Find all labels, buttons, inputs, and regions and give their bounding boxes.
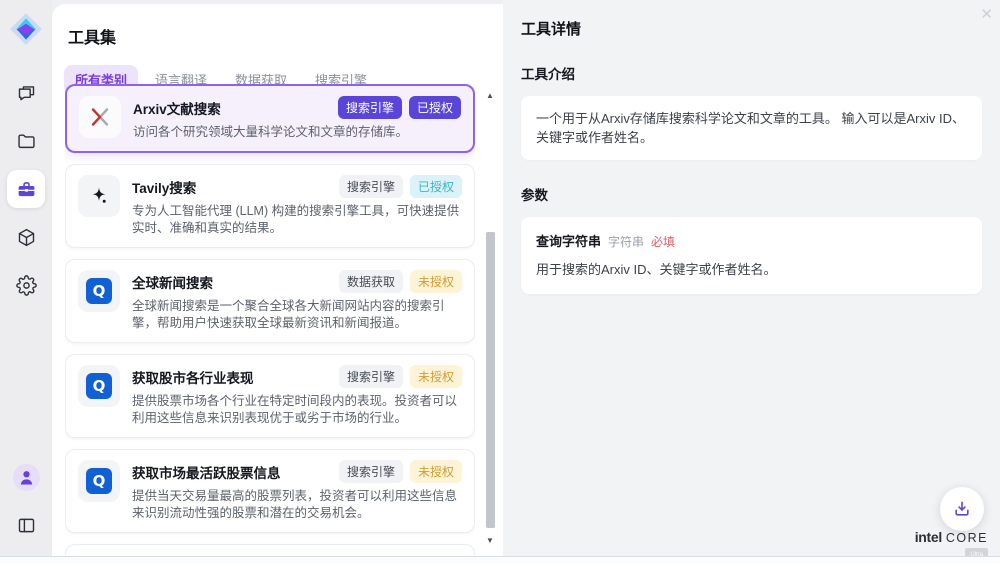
param-name: 查询字符串 <box>536 231 601 250</box>
download-icon <box>952 499 972 519</box>
q-app-icon: Q <box>78 365 120 407</box>
detail-title: 工具详情 <box>521 18 982 39</box>
param-type: 字符串 <box>608 233 644 250</box>
sidebar-item-apps[interactable] <box>7 218 45 256</box>
category-badge: 搜索引擎 <box>338 96 402 119</box>
sidebar-item-files[interactable] <box>7 122 45 160</box>
bottom-strip <box>0 556 1000 563</box>
tool-desc: 专为人工智能代理 (LLM) 构建的搜索引擎工具，可快速提供实时、准确和真实的结… <box>132 203 462 237</box>
tool-title: 获取股市各行业表现 <box>132 365 254 387</box>
app-logo-icon <box>9 12 43 46</box>
auth-badge: 未授权 <box>410 270 462 293</box>
tool-desc: 提供当天交易量最高的股票列表，投资者可以利用这些信息来识别流动性强的股票和潜在的… <box>132 488 462 522</box>
close-icon[interactable]: ✕ <box>980 5 993 23</box>
tool-detail-panel: 工具详情 工具介绍 一个用于从Arxiv存储库搜索科学论文和文章的工具。 输入可… <box>503 0 1000 556</box>
brand-core: CORE <box>946 531 988 545</box>
tool-title: Tavily搜索 <box>132 175 196 197</box>
q-app-icon: Q <box>78 270 120 312</box>
scrollbar-down-arrow[interactable]: ▼ <box>484 535 496 547</box>
brand-intel: intel <box>915 529 942 545</box>
tool-list: Arxiv文献搜索搜索引擎已授权访问各个研究领域大量科学论文和文章的存储库。Ta… <box>65 84 475 555</box>
tool-desc: 访问各个研究领域大量科学论文和文章的存储库。 <box>133 124 461 141</box>
arxiv-x-icon <box>79 96 121 138</box>
tool-card-0[interactable]: Arxiv文献搜索 搜索引擎已授权访问各个研究领域大量科学论文和文章的存储库。 <box>65 84 475 153</box>
scrollbar-up-arrow[interactable]: ▲ <box>484 90 496 102</box>
intro-text: 一个用于从Arxiv存储库搜索科学论文和文章的工具。 输入可以是Arxiv ID… <box>521 96 982 160</box>
left-rail <box>0 0 52 556</box>
auth-badge: 已授权 <box>409 96 461 119</box>
auth-badge: 未授权 <box>410 365 462 388</box>
tool-desc: 全球新闻搜索是一个聚合全球各大新闻网站内容的搜索引擎，帮助用户快速获取全球最新资… <box>132 298 462 332</box>
sidebar-item-collapse[interactable] <box>7 506 45 544</box>
sidebar-top-icons <box>7 74 45 304</box>
tool-card-5[interactable]: 万维地区新闻查询搜索引擎未授权查询具体行政区划内的新闻，快速了解各地新闻动 <box>65 544 475 555</box>
q-app-icon: Q <box>78 460 120 502</box>
tool-card-2[interactable]: Q 全球新闻搜索 数据获取未授权全球新闻搜索是一个聚合全球各大新闻网站内容的搜索引擎… <box>65 259 475 343</box>
category-badge: 数据获取 <box>339 270 403 293</box>
folder-icon <box>16 131 37 152</box>
tool-list-panel: 工具集 所有类别语言翻译数据获取搜索引擎 Arxiv文献搜索搜索引擎已授权访问各… <box>52 4 503 556</box>
page-title: 工具集 <box>52 4 503 48</box>
category-badge: 搜索引擎 <box>339 460 403 483</box>
download-button[interactable] <box>940 487 984 531</box>
category-badge: 搜索引擎 <box>339 365 403 388</box>
chat-icon <box>16 83 37 104</box>
tool-title: 获取市场最活跃股票信息 <box>132 460 281 482</box>
params-heading: 参数 <box>521 184 982 204</box>
toolbox-icon <box>16 179 37 200</box>
tool-title: Arxiv文献搜索 <box>133 96 221 118</box>
tool-title: 全球新闻搜索 <box>132 270 213 292</box>
gear-icon <box>16 275 37 296</box>
param-desc: 用于搜索的Arxiv ID、关键字或作者姓名。 <box>536 259 967 278</box>
sidebar-bottom-icons <box>7 458 45 544</box>
category-badge: 搜索引擎 <box>339 175 403 198</box>
param-card: 查询字符串 字符串 必填 用于搜索的Arxiv ID、关键字或作者姓名。 <box>521 217 982 294</box>
sidebar-item-tools[interactable] <box>7 170 45 208</box>
sidebar-item-settings[interactable] <box>7 266 45 304</box>
tool-card-4[interactable]: Q 获取市场最活跃股票信息 搜索引擎未授权提供当天交易量最高的股票列表，投资者可以利… <box>65 449 475 533</box>
scrollbar-thumb[interactable] <box>486 232 495 528</box>
sidebar-item-chat[interactable] <box>7 74 45 112</box>
sidebar-item-profile[interactable] <box>7 458 45 496</box>
auth-badge: 未授权 <box>410 460 462 483</box>
intro-heading: 工具介绍 <box>521 63 982 83</box>
param-required-badge: 必填 <box>651 233 675 250</box>
tool-desc: 提供股票市场各个行业在特定时间段内的表现。投资者可以利用这些信息来识别表现优于或… <box>132 393 462 427</box>
panel-toggle-icon <box>16 515 37 536</box>
user-avatar-icon <box>13 464 40 491</box>
auth-badge: 已授权 <box>410 175 462 198</box>
tool-card-3[interactable]: Q 获取股市各行业表现 搜索引擎未授权提供股票市场各个行业在特定时间段内的表现。投资… <box>65 354 475 438</box>
sparkle-icon <box>78 175 120 217</box>
tool-card-1[interactable]: Tavily搜索 搜索引擎已授权专为人工智能代理 (LLM) 构建的搜索引擎工具，… <box>65 164 475 248</box>
cube-icon <box>16 227 37 248</box>
